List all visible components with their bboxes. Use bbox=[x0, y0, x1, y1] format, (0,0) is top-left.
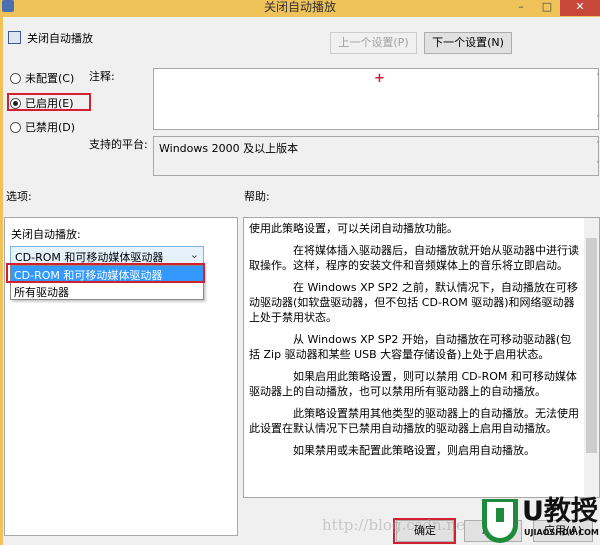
app-icon bbox=[2, 0, 14, 12]
watermark-url: http://blog.csdn.ne bbox=[322, 516, 465, 534]
help-paragraph: 在 Windows XP SP2 之前，默认情况下，自动播放在可移动驱动器(如软… bbox=[249, 281, 578, 324]
radio-label: 已禁用(D) bbox=[25, 121, 76, 134]
chevron-down-icon: ⌄ bbox=[189, 248, 199, 261]
policy-icon bbox=[8, 31, 21, 44]
maximize-button[interactable]: □ bbox=[534, 0, 560, 16]
autoplay-field-label: 关闭自动播放: bbox=[11, 228, 81, 241]
help-paragraph: 在将媒体插入驱动器后，自动播放就开始从驱动器中进行读取操作。这样，程序的安装文件… bbox=[249, 244, 579, 272]
scrollbar[interactable]: ˄ ˅ bbox=[583, 137, 600, 175]
title-bar: 关闭自动播放 – □ ✕ bbox=[0, 0, 600, 17]
minimize-button[interactable]: – bbox=[508, 0, 534, 16]
logo-text: U教授 bbox=[522, 496, 598, 527]
radio-disabled[interactable]: 已禁用(D) bbox=[10, 119, 75, 135]
radio-not-configured[interactable]: 未配置(C) bbox=[10, 70, 74, 86]
comment-textarea[interactable]: + ˄ ˅ bbox=[153, 68, 600, 130]
help-text-panel: 使用此策略设置，可以关闭自动播放功能。 在将媒体插入驱动器后，自动播放就开始从驱… bbox=[243, 217, 600, 498]
options-label: 选项: bbox=[6, 190, 32, 203]
highlight-annotation bbox=[7, 93, 91, 111]
scrollbar-thumb[interactable] bbox=[586, 238, 597, 453]
window-border bbox=[0, 17, 3, 545]
help-paragraph: 从 Windows XP SP2 开始，自动播放在可移动驱动器(包括 Zip 驱… bbox=[249, 333, 572, 361]
radio-label: 未配置(C) bbox=[25, 72, 75, 85]
help-paragraph: 使用此策略设置，可以关闭自动播放功能。 bbox=[249, 222, 458, 235]
help-label: 帮助: bbox=[244, 190, 270, 203]
prev-setting-button[interactable]: 上一个设置(P) bbox=[330, 32, 417, 54]
dropdown-option[interactable]: 所有驱动器 bbox=[11, 283, 203, 299]
scrollbar[interactable]: ˄ ˅ bbox=[583, 69, 600, 129]
logo-shield-icon bbox=[482, 499, 518, 543]
window-title: 关闭自动播放 bbox=[263, 0, 336, 14]
help-paragraph: 如果启用此策略设置，则可以禁用 CD-ROM 和可移动媒体驱动器上的自动播放，也… bbox=[249, 370, 577, 398]
comment-label: 注释: bbox=[89, 70, 115, 83]
close-button[interactable]: ✕ bbox=[560, 0, 600, 16]
policy-name: 关闭自动播放 bbox=[27, 32, 93, 45]
platform-value: Windows 2000 及以上版本 bbox=[159, 142, 299, 155]
help-paragraph: 如果禁用或未配置此策略设置，则启用自动播放。 bbox=[293, 444, 535, 457]
next-setting-button[interactable]: 下一个设置(N) bbox=[424, 32, 512, 54]
help-scrollbar[interactable] bbox=[584, 218, 599, 497]
radio-dot bbox=[10, 72, 21, 84]
highlight-annotation bbox=[6, 263, 205, 283]
radio-dot bbox=[10, 121, 21, 133]
logo-subtext: UJIAOSHOU.COM bbox=[524, 528, 599, 537]
platform-field: Windows 2000 及以上版本 ˄ ˅ bbox=[153, 136, 600, 176]
cursor-mark: + bbox=[374, 71, 385, 86]
platform-label: 支持的平台: bbox=[89, 138, 148, 151]
help-paragraph: 此策略设置禁用其他类型的驱动器上的自动播放。无法使用此设置在默认情况下已禁用自动… bbox=[249, 407, 579, 435]
